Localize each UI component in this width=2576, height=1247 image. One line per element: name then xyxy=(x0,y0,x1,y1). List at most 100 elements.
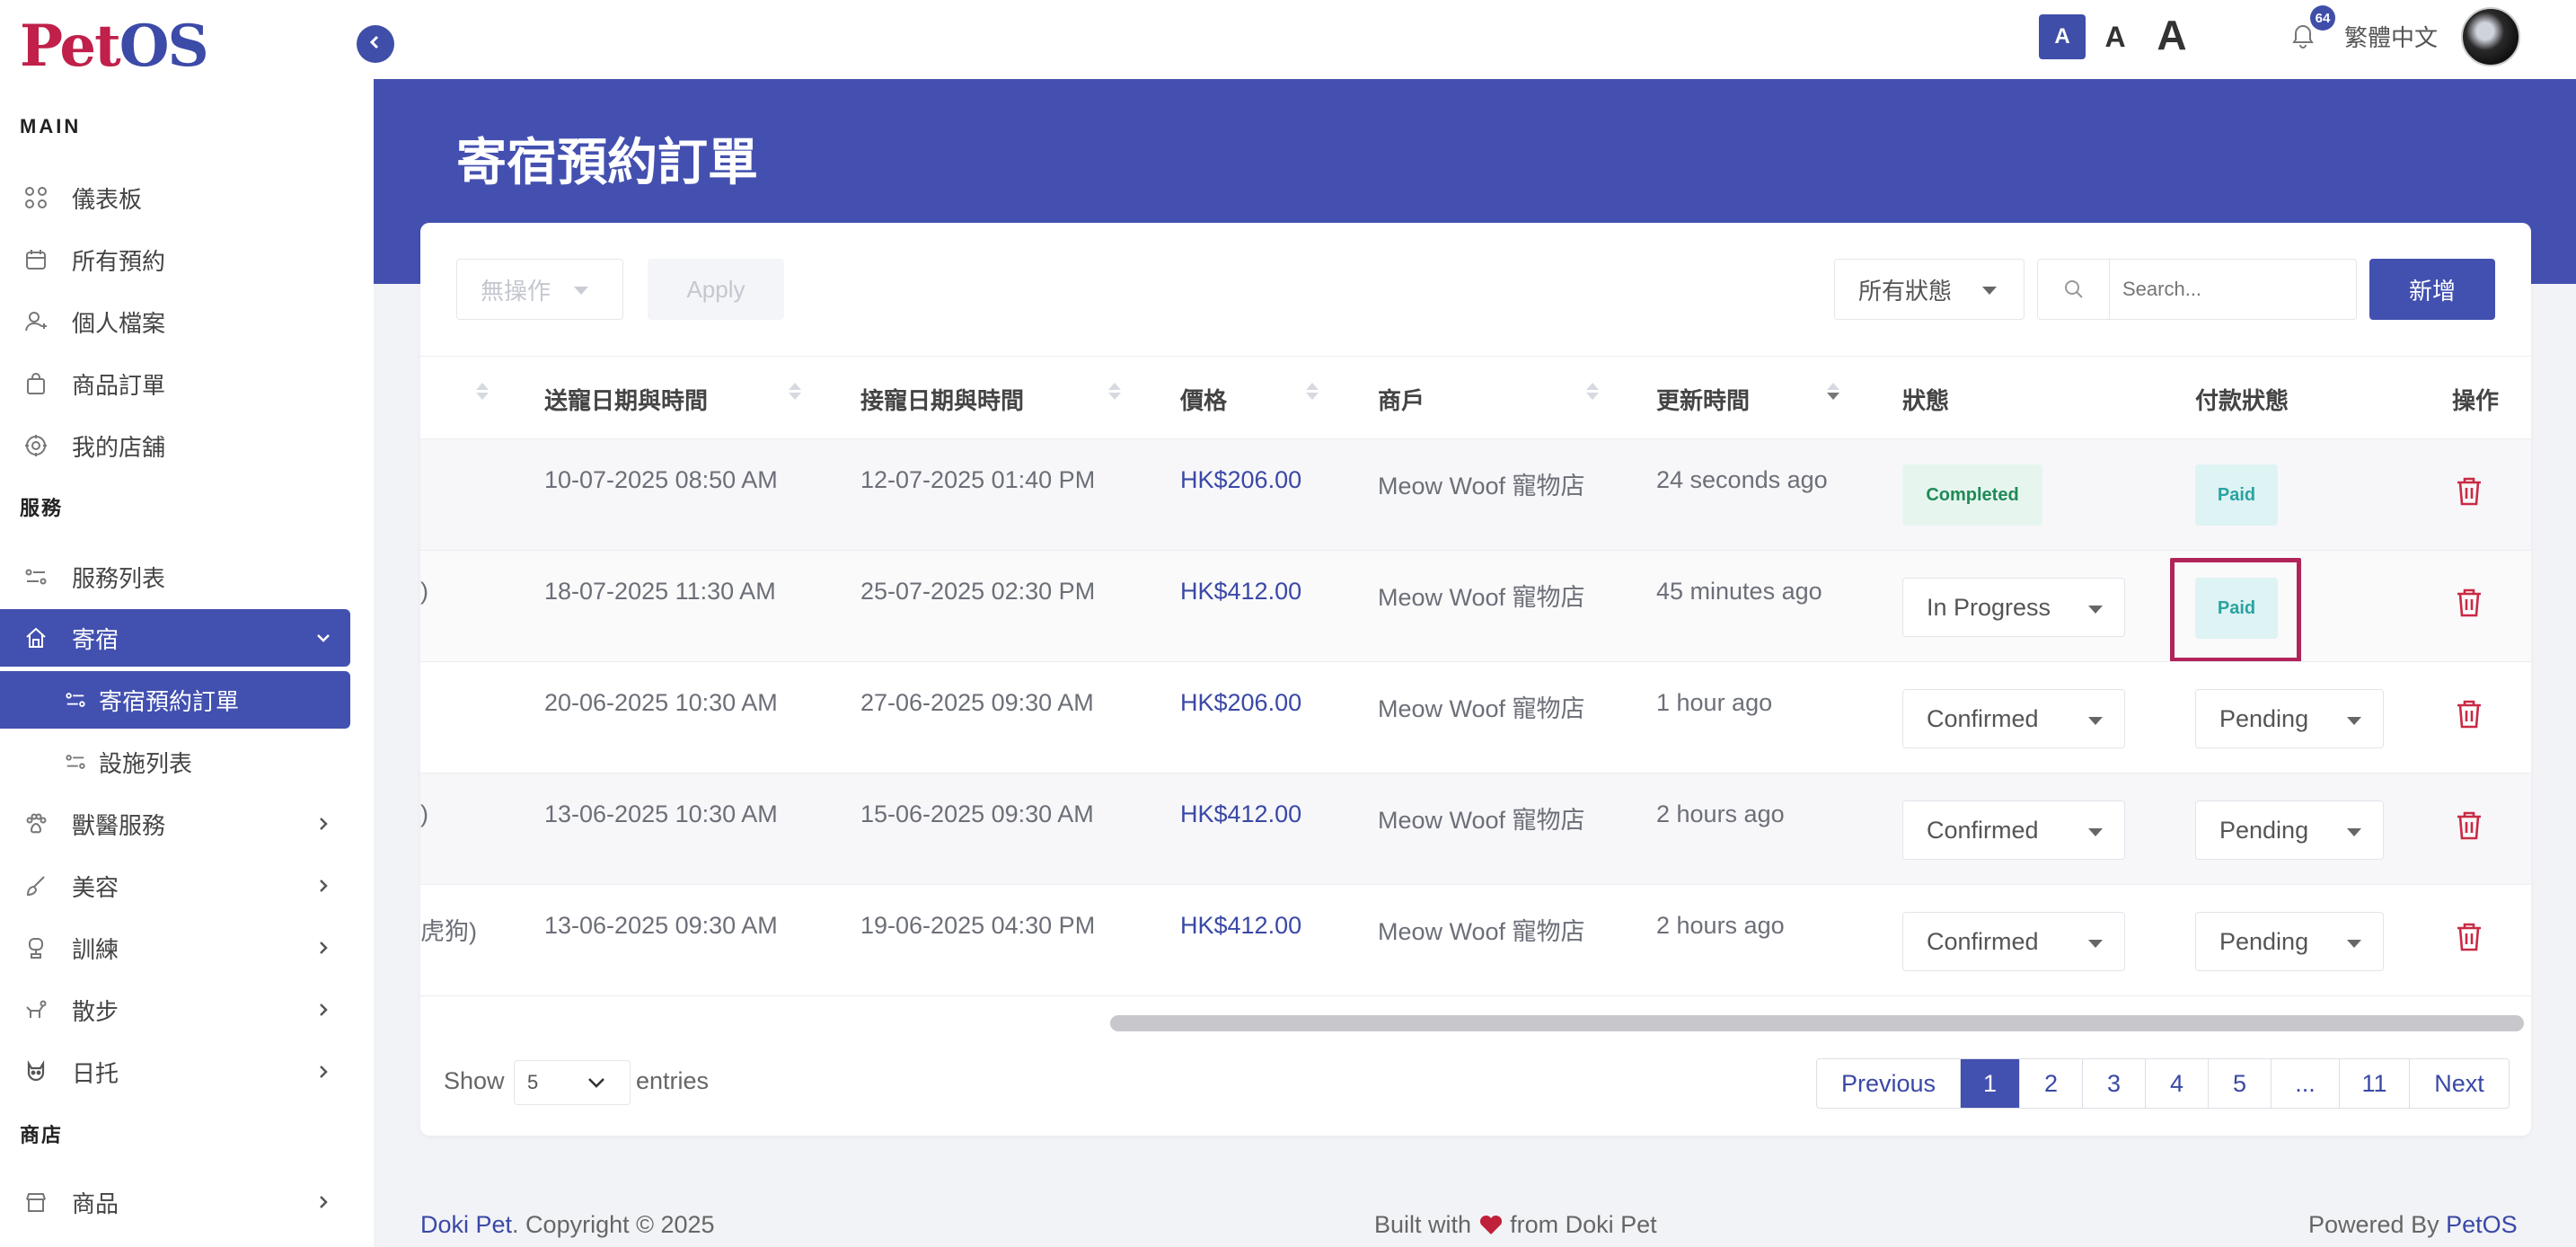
caret-down-icon xyxy=(2347,717,2361,725)
sidebar-item-label: 個人檔案 xyxy=(72,309,166,337)
column-header-updated[interactable]: 更新時間 xyxy=(1656,356,1836,442)
pagination-page-4[interactable]: 4 xyxy=(2146,1059,2209,1108)
pagination-previous[interactable]: Previous xyxy=(1817,1059,1961,1108)
pagination-page-11[interactable]: 11 xyxy=(2340,1059,2410,1108)
home-icon xyxy=(0,626,72,650)
pagination-page-5[interactable]: 5 xyxy=(2209,1059,2272,1108)
column-header-dropoff[interactable]: 送寵日期與時間 xyxy=(544,356,814,442)
section-label-main: MAIN xyxy=(20,115,82,137)
orders-card: 無操作 Apply 所有狀態 新增 送寵日期與時間 接寵日期與時間 價格 商戶 … xyxy=(420,223,2531,1136)
sidebar-item-training[interactable]: 訓練 xyxy=(0,919,350,977)
sort-icon[interactable] xyxy=(1108,383,1121,400)
sidebar-item-profile[interactable]: 個人檔案 xyxy=(0,293,350,350)
entries-per-page-select[interactable]: 5 xyxy=(514,1060,631,1105)
delete-button[interactable] xyxy=(2454,587,2484,624)
status-select[interactable]: Confirmed xyxy=(1902,912,2125,971)
dropoff-datetime: 20-06-2025 10:30 AM xyxy=(544,689,778,716)
search-input[interactable] xyxy=(2110,262,2343,316)
sidebar-item-product-orders[interactable]: 商品訂單 xyxy=(0,355,350,412)
sidebar-collapse-button[interactable] xyxy=(357,25,394,63)
trash-icon xyxy=(2454,700,2484,734)
column-header-pickup[interactable]: 接寵日期與時間 xyxy=(860,356,1130,442)
sidebar-item-label: 訓練 xyxy=(72,935,119,963)
sidebar-subitem-boarding-orders[interactable]: 寄宿預約訂單 xyxy=(0,671,350,729)
entries-label: entries xyxy=(636,1067,710,1094)
bulk-action-select[interactable]: 無操作 xyxy=(456,259,623,320)
sort-icon[interactable] xyxy=(789,383,801,400)
caret-down-icon xyxy=(1982,287,1997,295)
pet-name-partial: ) xyxy=(420,578,428,605)
pagination-next[interactable]: Next xyxy=(2410,1059,2509,1108)
delete-button[interactable] xyxy=(2454,698,2484,735)
sidebar: PetOS MAIN 儀表板 所有預約 個人檔案 商品訂單 我的店舖 服務 服務… xyxy=(0,0,374,1247)
payment-select-value: Pending xyxy=(2219,816,2309,844)
horizontal-scrollbar-thumb[interactable] xyxy=(1110,1015,2524,1031)
updated-time: 1 hour ago xyxy=(1656,689,1773,716)
heart-icon xyxy=(1478,1211,1504,1238)
trophy-icon xyxy=(0,936,72,960)
status-select[interactable]: Confirmed xyxy=(1902,800,2125,860)
status-select[interactable]: Confirmed xyxy=(1902,689,2125,748)
section-label-services: 服務 xyxy=(20,497,64,519)
pagination-page-1[interactable]: 1 xyxy=(1961,1059,2020,1108)
status-select[interactable]: In Progress xyxy=(1902,578,2125,637)
footer-petos-link[interactable]: PetOS xyxy=(2446,1211,2518,1238)
footer-built-with-text: Built with xyxy=(1374,1211,1472,1238)
font-size-medium-button[interactable]: A xyxy=(2095,14,2136,59)
payment-select-value: Pending xyxy=(2219,927,2309,955)
merchant: Meow Woof 寵物店 xyxy=(1378,807,1585,834)
status-badge: Completed xyxy=(1902,464,2042,526)
logo-text-pet: Pet xyxy=(20,13,121,80)
sidebar-item-vet[interactable]: 獸醫服務 xyxy=(0,795,350,853)
sidebar-item-grooming[interactable]: 美容 xyxy=(0,857,350,915)
font-size-small-button[interactable]: A xyxy=(2039,14,2086,59)
payment-select[interactable]: Pending xyxy=(2195,800,2384,860)
pagination-ellipsis: ... xyxy=(2272,1059,2340,1108)
sidebar-item-service-list[interactable]: 服務列表 xyxy=(0,548,350,606)
delete-button[interactable] xyxy=(2454,809,2484,846)
sidebar-item-walking[interactable]: 散步 xyxy=(0,981,350,1039)
chevron-down-icon xyxy=(587,1074,606,1097)
pagination-page-3[interactable]: 3 xyxy=(2083,1059,2146,1108)
notifications-button[interactable] xyxy=(2290,22,2316,53)
table-row: 10-07-2025 08:50 AM 12-07-2025 01:40 PM … xyxy=(420,438,2531,550)
sort-icon[interactable] xyxy=(1827,383,1839,400)
sidebar-item-products[interactable]: 商品 xyxy=(0,1173,350,1231)
chevron-right-icon xyxy=(296,815,350,833)
pet-face-icon xyxy=(0,1060,72,1083)
user-avatar[interactable] xyxy=(2461,7,2520,66)
apply-button[interactable]: Apply xyxy=(648,259,784,320)
footer-copyright: Doki Pet. Copyright © 2025 xyxy=(420,1211,715,1239)
sort-icon[interactable] xyxy=(1306,383,1319,400)
status-filter-select[interactable]: 所有狀態 xyxy=(1834,259,2025,320)
delete-button[interactable] xyxy=(2454,921,2484,958)
sidebar-subitem-facilities[interactable]: 設施列表 xyxy=(0,733,350,791)
delete-button[interactable] xyxy=(2454,475,2484,512)
payment-select[interactable]: Pending xyxy=(2195,912,2384,971)
sidebar-item-dashboard[interactable]: 儀表板 xyxy=(0,169,350,226)
language-selector[interactable]: 繁體中文 xyxy=(2344,20,2438,53)
sort-icon[interactable] xyxy=(1586,383,1599,400)
logo-text-os: OS xyxy=(119,13,209,80)
payment-select[interactable]: Pending xyxy=(2195,689,2384,748)
sidebar-item-label: 設施列表 xyxy=(99,749,193,777)
column-header-merchant[interactable]: 商戶 xyxy=(1378,356,1486,442)
sidebar-item-my-store[interactable]: 我的店舖 xyxy=(0,417,350,474)
sidebar-item-boarding[interactable]: 寄宿 xyxy=(0,609,350,667)
petos-logo[interactable]: PetOS xyxy=(20,13,209,80)
status-filter-value: 所有狀態 xyxy=(1858,277,1953,305)
table-row: ) 13-06-2025 10:30 AM 15-06-2025 09:30 A… xyxy=(420,773,2531,884)
column-header-price[interactable]: 價格 xyxy=(1180,356,1288,442)
sidebar-item-label: 獸醫服務 xyxy=(72,811,166,839)
sidebar-item-daycare[interactable]: 日托 xyxy=(0,1043,350,1101)
add-button[interactable]: 新增 xyxy=(2369,259,2495,320)
sort-icon[interactable] xyxy=(476,383,489,400)
pagination-page-2[interactable]: 2 xyxy=(2020,1059,2083,1108)
caret-down-icon xyxy=(2088,828,2103,836)
sidebar-item-all-bookings[interactable]: 所有預約 xyxy=(0,231,350,288)
search-box xyxy=(2037,259,2357,320)
footer-company-link[interactable]: Doki Pet xyxy=(420,1211,512,1238)
payment-badge: Paid xyxy=(2195,464,2278,526)
font-size-large-button[interactable]: A xyxy=(2147,11,2197,59)
show-label: Show xyxy=(444,1067,505,1094)
